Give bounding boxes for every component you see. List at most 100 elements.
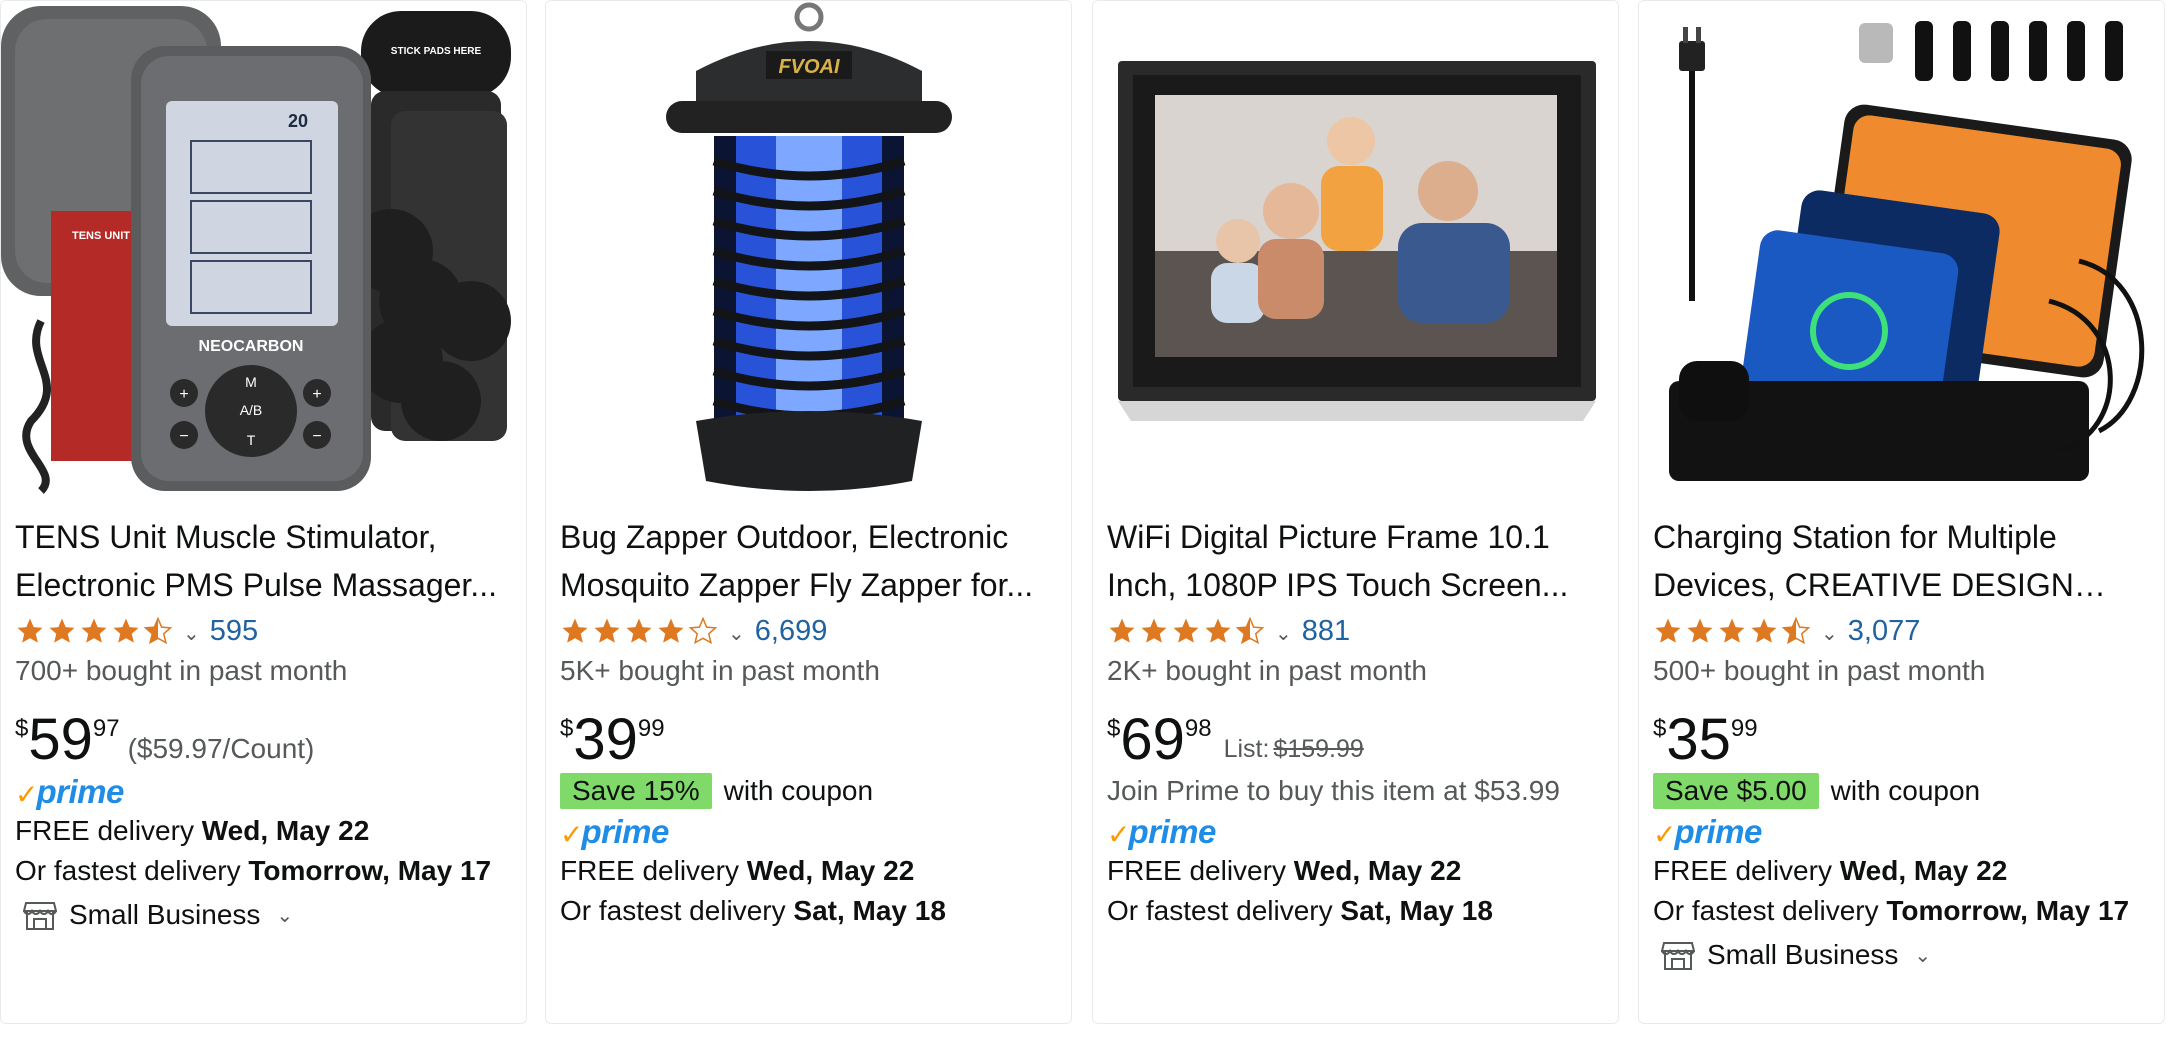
coupon-text: with coupon (723, 775, 874, 806)
product-card[interactable]: FVOAI Bug Zapper Outdoor, Electronic Mos… (545, 0, 1072, 1024)
product-title[interactable]: WiFi Digital Picture Frame 10.1 Inch, 10… (1107, 513, 1606, 609)
fast-delivery-date: Tomorrow, May 17 (248, 855, 492, 886)
product-title[interactable]: TENS Unit Muscle Stimulator, Electronic … (15, 513, 514, 609)
coupon-badge[interactable]: Save 15% (560, 773, 712, 809)
list-price: $159.99 (1273, 735, 1364, 763)
empty-star-icon (688, 616, 718, 645)
chevron-down-icon[interactable]: ⌄ (728, 621, 745, 646)
product-title[interactable]: Charging Station for Multiple Devices, C… (1653, 513, 2152, 609)
coupon-badge[interactable]: Save $5.00 (1653, 773, 1819, 809)
product-image[interactable] (1639, 1, 2164, 499)
product-card[interactable]: STICK PADS HERE TENS UNIT 20 NEOCARBON M (0, 0, 527, 1024)
star-icon (17, 618, 43, 643)
price-whole: 59 (28, 707, 93, 772)
price[interactable]: $ 69 98 List: $159.99 (1107, 709, 1606, 771)
price-currency: $ (560, 715, 574, 742)
unit-price: ($59.97/Count) (127, 733, 315, 764)
chevron-down-icon[interactable]: ⌄ (276, 903, 293, 928)
star-icon (49, 618, 75, 643)
price[interactable]: $ 59 97 ($59.97/Count) (15, 709, 514, 771)
star-icon (626, 618, 652, 643)
product-card[interactable]: Charging Station for Multiple Devices, C… (1638, 0, 2165, 1024)
price-whole: 35 (1666, 707, 1731, 772)
list-price-label: List: (1223, 735, 1270, 763)
delivery-label: FREE delivery (560, 855, 747, 886)
fast-delivery-date: Sat, May 18 (793, 895, 946, 926)
small-business-label: Small Business (1707, 939, 1899, 970)
coupon[interactable]: Save $5.00 with coupon (1653, 771, 2152, 811)
half-star-icon (143, 616, 173, 645)
prime-label: prime (1674, 813, 1762, 850)
fast-delivery-label: Or fastest delivery (1107, 895, 1341, 926)
prime-check-icon: ✓ (15, 779, 39, 810)
star-icon (1655, 618, 1681, 643)
product-image[interactable] (1093, 1, 1618, 499)
delivery-label: FREE delivery (1653, 855, 1840, 886)
price-currency: $ (1107, 715, 1121, 742)
star-icon (81, 618, 107, 643)
fast-delivery-label: Or fastest delivery (1653, 895, 1887, 926)
rating-row[interactable]: ⌄ 595 (15, 611, 514, 651)
star-icon (1719, 618, 1745, 643)
chevron-down-icon[interactable]: ⌄ (1914, 943, 1931, 968)
coupon[interactable]: Save 15% with coupon (560, 771, 1059, 811)
free-delivery: FREE delivery Wed, May 22 (1653, 851, 2152, 891)
star-icon (1141, 618, 1167, 643)
prime-check-icon: ✓ (560, 819, 584, 850)
price[interactable]: $ 39 99 (560, 709, 1059, 771)
screen-time: 20 (288, 111, 308, 131)
star-icon (1687, 618, 1713, 643)
fastest-delivery: Or fastest delivery Tomorrow, May 17 (15, 851, 514, 891)
fast-delivery-label: Or fastest delivery (15, 855, 249, 886)
review-count[interactable]: 881 (1302, 615, 1350, 648)
free-delivery: FREE delivery Wed, May 22 (1107, 851, 1606, 891)
prime-badge: ✓ prime (560, 811, 1059, 851)
product-image[interactable]: FVOAI (546, 1, 1071, 499)
product-card[interactable]: WiFi Digital Picture Frame 10.1 Inch, 10… (1092, 0, 1619, 1024)
bought-count: 5K+ bought in past month (560, 655, 880, 686)
star-rating[interactable] (1107, 616, 1267, 646)
review-count[interactable]: 6,699 (755, 615, 828, 648)
prime-badge: ✓ prime (1653, 811, 2152, 851)
bought-count: 2K+ bought in past month (1107, 655, 1427, 686)
bug-zapper-image: FVOAI (546, 1, 1071, 499)
delivery-date: Wed, May 22 (201, 815, 370, 846)
review-count[interactable]: 3,077 (1848, 615, 1921, 648)
prime-promo[interactable]: Join Prime to buy this item at $53.99 (1107, 771, 1606, 811)
button-t-label: T (247, 432, 256, 448)
small-business-badge[interactable]: Small Business ⌄ (1653, 931, 2152, 979)
charging-station-image (1639, 1, 2164, 499)
price[interactable]: $ 35 99 (1653, 709, 2152, 771)
product-image[interactable]: STICK PADS HERE TENS UNIT 20 NEOCARBON M (1, 1, 526, 499)
review-count[interactable]: 595 (210, 615, 258, 648)
chevron-down-icon[interactable]: ⌄ (1275, 621, 1292, 646)
star-icon (594, 618, 620, 643)
star-icon (1109, 618, 1135, 643)
coupon-text: with coupon (1830, 775, 1981, 806)
chevron-down-icon[interactable]: ⌄ (183, 621, 200, 646)
star-icon (1205, 618, 1231, 643)
star-icon (562, 618, 588, 643)
bought-count: 500+ bought in past month (1653, 655, 1986, 686)
star-rating[interactable] (15, 616, 175, 646)
plus-label: + (312, 386, 321, 403)
small-business-badge[interactable]: Small Business ⌄ (15, 891, 514, 939)
minus-label: − (312, 428, 321, 445)
fast-delivery-date: Sat, May 18 (1340, 895, 1493, 926)
star-icon (113, 618, 139, 643)
plus-label: + (179, 386, 188, 403)
product-title[interactable]: Bug Zapper Outdoor, Electronic Mosquito … (560, 513, 1059, 609)
prime-check-icon: ✓ (1107, 819, 1131, 850)
rating-row[interactable]: ⌄ 881 (1107, 611, 1606, 651)
star-rating[interactable] (1653, 616, 1813, 646)
rating-row[interactable]: ⌄ 3,077 (1653, 611, 2152, 651)
star-icon (658, 618, 684, 643)
half-star-icon (1235, 616, 1265, 645)
fast-delivery-label: Or fastest delivery (560, 895, 794, 926)
brand-label: FVOAI (778, 56, 840, 78)
chevron-down-icon[interactable]: ⌄ (1821, 621, 1838, 646)
fastest-delivery: Or fastest delivery Tomorrow, May 17 (1653, 891, 2152, 931)
prime-badge: ✓ prime (15, 771, 514, 811)
rating-row[interactable]: ⌄ 6,699 (560, 611, 1059, 651)
star-rating[interactable] (560, 616, 720, 646)
